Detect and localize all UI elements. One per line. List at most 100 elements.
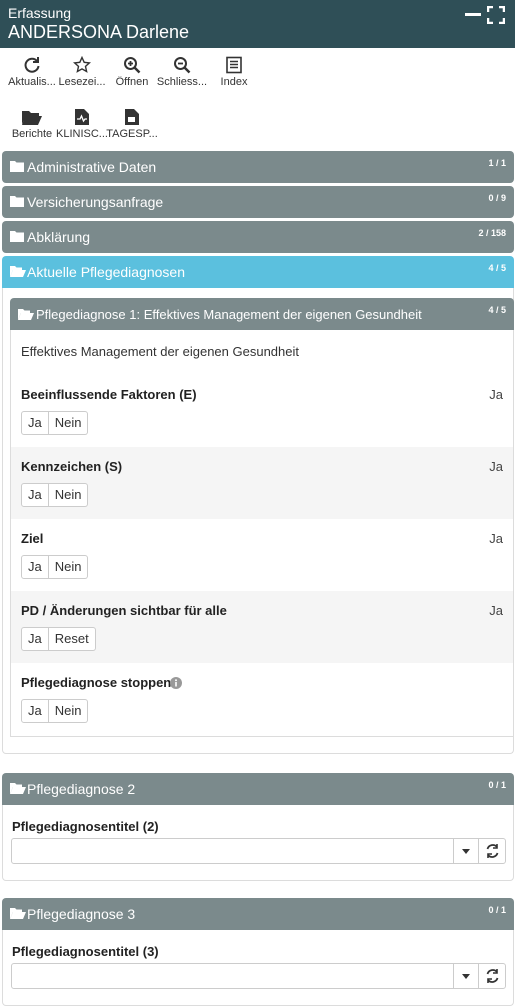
section-label: Abklärung [27, 229, 91, 245]
fullscreen-icon[interactable] [487, 6, 505, 24]
star-icon [73, 56, 91, 73]
answer-button-group: Ja Reset [21, 627, 96, 651]
diagnosis-2-header[interactable]: Pflegediagnose 2 0 / 1 [2, 773, 514, 805]
yes-button[interactable]: Ja [21, 555, 49, 579]
diagnosis-3-label: Pflegediagnose 3 [27, 906, 136, 922]
question-label: Ziel [21, 531, 44, 546]
folder-open-icon [18, 309, 34, 320]
yes-button[interactable]: Ja [21, 627, 49, 651]
diagnosis-2-count: 0 / 1 [488, 780, 506, 790]
diagnosis-3-title-select[interactable] [11, 963, 506, 989]
caret-down-icon [462, 849, 470, 854]
refresh-options-button[interactable] [478, 964, 505, 988]
question-value: Ja [489, 603, 503, 618]
section-count: 2 / 158 [478, 228, 506, 238]
clinical-button[interactable]: KLINISC... [56, 102, 108, 150]
no-button[interactable]: Nein [48, 555, 89, 579]
close-label: Schliess... [156, 76, 208, 88]
list-icon [226, 56, 242, 74]
refresh-icon [486, 969, 499, 983]
question-label: Kennzeichen (S) [21, 459, 123, 474]
dropdown-button[interactable] [453, 964, 477, 988]
section-count: 4 / 5 [488, 263, 506, 273]
no-button[interactable]: Nein [48, 699, 89, 723]
info-icon[interactable] [170, 677, 182, 689]
diagnosis-3-count: 0 / 1 [488, 905, 506, 915]
question-label: PD / Änderungen sichtbar für alle [21, 603, 227, 618]
yes-button[interactable]: Ja [21, 699, 49, 723]
folder-icon [10, 161, 24, 172]
diagnosis-2-title-select[interactable] [11, 838, 506, 864]
folder-icon [10, 231, 24, 242]
reset-button[interactable]: Reset [48, 627, 96, 651]
file-chart-icon [75, 109, 89, 125]
open-button[interactable]: Öffnen [106, 50, 158, 98]
question-visible-to-all: PD / Änderungen sichtbar für alle Ja Ja … [11, 591, 513, 663]
window-header: Erfassung ANDERSONA Darlene [0, 0, 515, 48]
section-label: Administrative Daten [27, 159, 157, 175]
patient-name: ANDERSONA Darlene [8, 22, 190, 42]
diagnosis-1-description: Effektives Management der eigenen Gesund… [21, 344, 299, 359]
question-influencing-factors: Beeinflussende Faktoren (E) Ja Ja Nein [11, 375, 513, 447]
zoom-out-icon [174, 57, 191, 74]
close-button[interactable]: Schliess... [156, 50, 208, 98]
question-characteristics: Kennzeichen (S) Ja Ja Nein [11, 447, 513, 519]
diagnosis-1-label: Pflegediagnose 1: Effektives Management … [36, 307, 422, 322]
clinical-label: KLINISC... [56, 128, 108, 140]
section-count: 1 / 1 [488, 158, 506, 168]
file-icon [125, 109, 139, 125]
daily-report-button[interactable]: TAGESP... [106, 102, 158, 150]
refresh-options-button[interactable] [478, 839, 505, 863]
index-label: Index [220, 76, 248, 88]
caret-down-icon [462, 974, 470, 979]
index-button[interactable]: Index [208, 50, 260, 98]
folder-open-icon [10, 908, 26, 919]
no-button[interactable]: Nein [48, 483, 89, 507]
answer-button-group: Ja Nein [21, 483, 89, 507]
open-label: Öffnen [115, 76, 149, 88]
diagnosis-2-field-label: Pflegediagnosentitel (2) [12, 819, 159, 834]
diagnosis-3-field-label: Pflegediagnosentitel (3) [12, 944, 159, 959]
reports-label: Berichte [11, 128, 53, 140]
dropdown-button[interactable] [453, 839, 477, 863]
section-administrative-data[interactable]: Administrative Daten 1 / 1 [2, 151, 514, 183]
section-insurance-request[interactable]: Versicherungsanfrage 0 / 9 [2, 186, 514, 218]
refresh-icon [24, 57, 40, 73]
daily-report-label: TAGESP... [106, 128, 158, 140]
yes-button[interactable]: Ja [21, 411, 49, 435]
section-label: Versicherungsanfrage [27, 194, 164, 210]
folder-open-icon [22, 111, 42, 125]
yes-button[interactable]: Ja [21, 483, 49, 507]
diagnosis-1-header[interactable]: Pflegediagnose 1: Effektives Management … [10, 298, 514, 330]
question-goal: Ziel Ja Ja Nein [11, 519, 513, 591]
window-subtitle: Erfassung [8, 5, 72, 21]
refresh-label: Aktualis... [8, 76, 56, 88]
toolbar-secondary: Berichte KLINISC... TAGESP... [0, 102, 515, 148]
refresh-icon [486, 844, 499, 858]
toolbar-primary: Aktualis... Lesezei... Öffnen Schliess..… [0, 50, 515, 98]
folder-open-icon [10, 266, 26, 277]
answer-button-group: Ja Nein [21, 555, 89, 579]
refresh-button[interactable]: Aktualis... [6, 50, 58, 98]
folder-open-icon [10, 783, 26, 794]
bookmark-button[interactable]: Lesezei... [56, 50, 108, 98]
question-stop-diagnosis: Pflegediagnose stoppen Ja Nein [11, 663, 513, 735]
diagnosis-1-count: 4 / 5 [488, 305, 506, 315]
answer-button-group: Ja Nein [21, 699, 89, 723]
answer-button-group: Ja Nein [21, 411, 89, 435]
section-count: 0 / 9 [488, 193, 506, 203]
question-value: Ja [489, 531, 503, 546]
question-label: Beeinflussende Faktoren (E) [21, 387, 197, 402]
diagnosis-2-label: Pflegediagnose 2 [27, 781, 136, 797]
bookmark-label: Lesezei... [58, 76, 106, 88]
question-value: Ja [489, 459, 503, 474]
zoom-in-icon [124, 57, 141, 74]
question-value: Ja [489, 387, 503, 402]
no-button[interactable]: Nein [48, 411, 89, 435]
reports-button[interactable]: Berichte [6, 102, 58, 150]
diagnosis-3-header[interactable]: Pflegediagnose 3 0 / 1 [2, 898, 514, 930]
section-assessment[interactable]: Abklärung 2 / 158 [2, 221, 514, 253]
minimize-icon[interactable] [464, 6, 482, 24]
folder-icon [10, 196, 24, 207]
section-current-diagnoses[interactable]: Aktuelle Pflegediagnosen 4 / 5 [2, 256, 514, 288]
